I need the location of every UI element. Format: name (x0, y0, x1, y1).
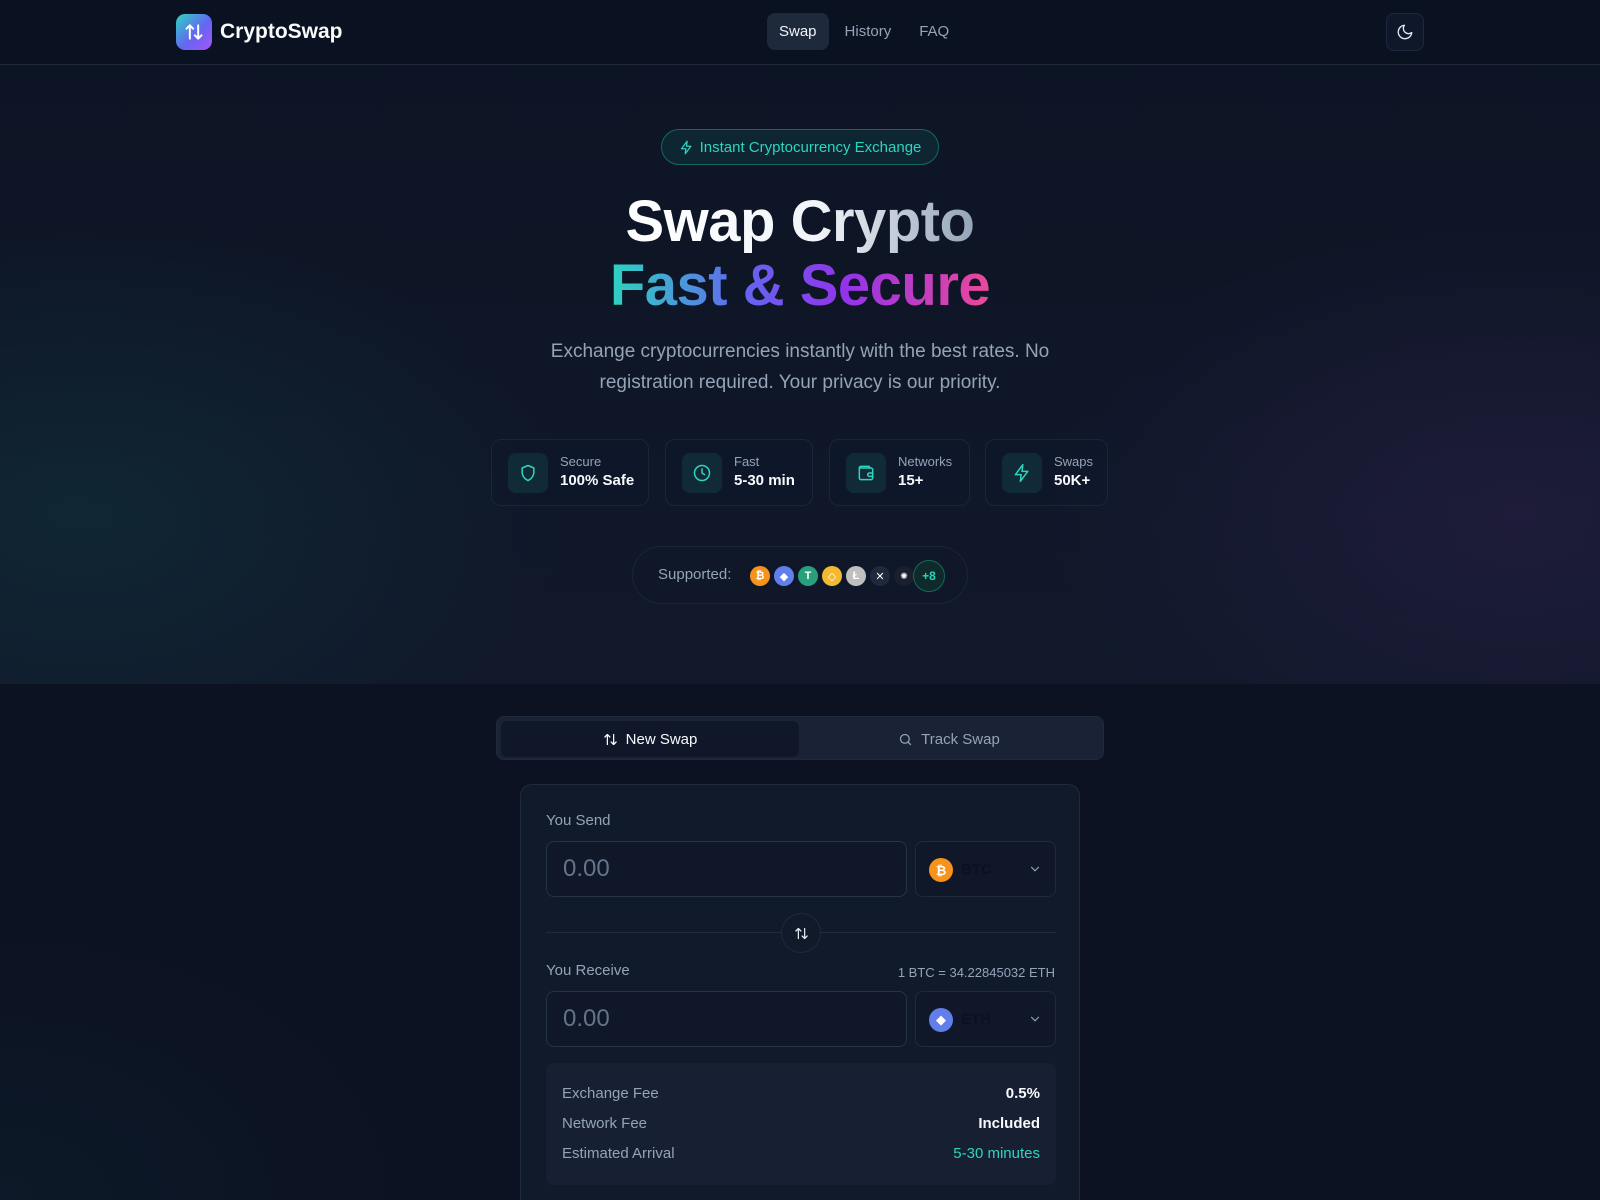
send-label: You Send (546, 812, 611, 829)
bitcoin-icon: ₿ (750, 566, 770, 586)
swap-arrows-icon (603, 733, 617, 745)
receive-ticker: ETH (961, 1011, 991, 1028)
ethereum-icon: ◆ (774, 566, 794, 586)
arrival-label: Estimated Arrival (562, 1145, 675, 1162)
network-fee-row: Network Fee Included (562, 1115, 1040, 1135)
stat-value: 50K+ (1054, 471, 1091, 489)
network-fee-label: Network Fee (562, 1115, 648, 1132)
receive-label: You Receive (546, 962, 630, 979)
search-icon (900, 733, 912, 745)
tab-track-swap[interactable]: Track Swap (800, 721, 1098, 757)
stat-label: Fast (734, 453, 760, 469)
send-amount-input[interactable]: 0.00 (546, 841, 907, 897)
stat-value: 100% Safe (560, 471, 635, 489)
bnb-icon: ◇ (822, 566, 842, 586)
feature-stats: Secure 100% Safe Fast 5-30 min Networks … (0, 439, 1600, 506)
stat-card-networks: Networks 15+ (829, 439, 970, 506)
tether-icon: T (798, 566, 818, 586)
fee-details: Exchange Fee 0.5% Network Fee Included E… (546, 1063, 1056, 1185)
stat-card-fast: Fast 5-30 min (665, 439, 813, 506)
nav-links: Swap History FAQ (767, 13, 965, 50)
ethereum-icon: ◆ (929, 1008, 953, 1032)
stat-card-swaps: Swaps 50K+ (985, 439, 1108, 506)
exchange-rate: 1 BTC = 34.22845032 ETH (897, 965, 1055, 980)
swap-direction-button[interactable] (781, 913, 821, 953)
xrp-icon: ✕ (870, 566, 890, 586)
stat-card-secure: Secure 100% Safe (491, 439, 649, 506)
tab-label: New Swap (625, 730, 698, 748)
stat-label: Secure (560, 453, 602, 469)
litecoin-icon: Ł (846, 566, 866, 586)
stat-label: Swaps (1054, 453, 1094, 469)
network-fee-value: Included (978, 1115, 1040, 1132)
swap-tabs: New Swap Track Swap (496, 716, 1104, 760)
moon-icon (1397, 24, 1413, 40)
nav-link-swap[interactable]: Swap (767, 13, 829, 50)
shield-icon (508, 452, 548, 493)
brand-logo[interactable]: CryptoSwap (176, 14, 343, 50)
brand-name: CryptoSwap (220, 20, 343, 43)
supported-label: Supported: (658, 566, 732, 583)
cardano-icon: ✺ (894, 566, 914, 586)
clock-icon (682, 452, 722, 493)
nav-link-faq[interactable]: FAQ (907, 13, 961, 50)
send-ticker: BTC (961, 861, 992, 878)
receive-amount-input[interactable]: 0.00 (546, 991, 907, 1047)
swap-arrows-icon (176, 14, 212, 50)
nav-link-history[interactable]: History (833, 13, 904, 50)
stat-value: 15+ (898, 471, 924, 489)
exchange-fee-row: Exchange Fee 0.5% (562, 1085, 1040, 1105)
chevron-down-icon (1030, 866, 1040, 872)
exchange-fee-value: 0.5% (1005, 1085, 1040, 1102)
exchange-fee-label: Exchange Fee (562, 1085, 659, 1102)
theme-toggle-button[interactable] (1386, 13, 1424, 51)
tab-label: Track Swap (921, 730, 1000, 748)
stat-label: Networks (898, 453, 953, 469)
top-navbar: CryptoSwap Swap History FAQ (0, 0, 1600, 65)
swap-arrows-icon (794, 927, 808, 939)
hero-title-line2: Fast & Secure (609, 253, 991, 318)
swap-card: You Send 0.00 ₿ BTC You Receive 1 BTC = … (520, 784, 1080, 1200)
receive-currency-select[interactable]: ◆ ETH (915, 991, 1056, 1047)
tab-new-swap[interactable]: New Swap (501, 721, 799, 757)
arrival-value: 5-30 minutes (953, 1145, 1040, 1162)
chevron-down-icon (1030, 1016, 1040, 1022)
arrival-row: Estimated Arrival 5-30 minutes (562, 1145, 1040, 1165)
hero-description: Exchange cryptocurrencies instantly with… (550, 341, 1050, 393)
send-currency-select[interactable]: ₿ BTC (915, 841, 1056, 897)
supported-coins-bar: Supported: ₿ ◆ T ◇ Ł ✕ ✺ +8 (632, 546, 968, 604)
hero-badge-text: Instant Cryptocurrency Exchange (699, 138, 922, 156)
lightning-icon (1002, 452, 1042, 493)
wallet-icon (846, 452, 886, 493)
lightning-icon (680, 140, 692, 154)
more-coins-badge[interactable]: +8 (913, 560, 945, 592)
stat-value: 5-30 min (734, 471, 795, 489)
hero-badge: Instant Cryptocurrency Exchange (661, 129, 939, 165)
bitcoin-icon: ₿ (929, 858, 953, 882)
hero-title-line1: Swap Crypto (625, 189, 976, 254)
